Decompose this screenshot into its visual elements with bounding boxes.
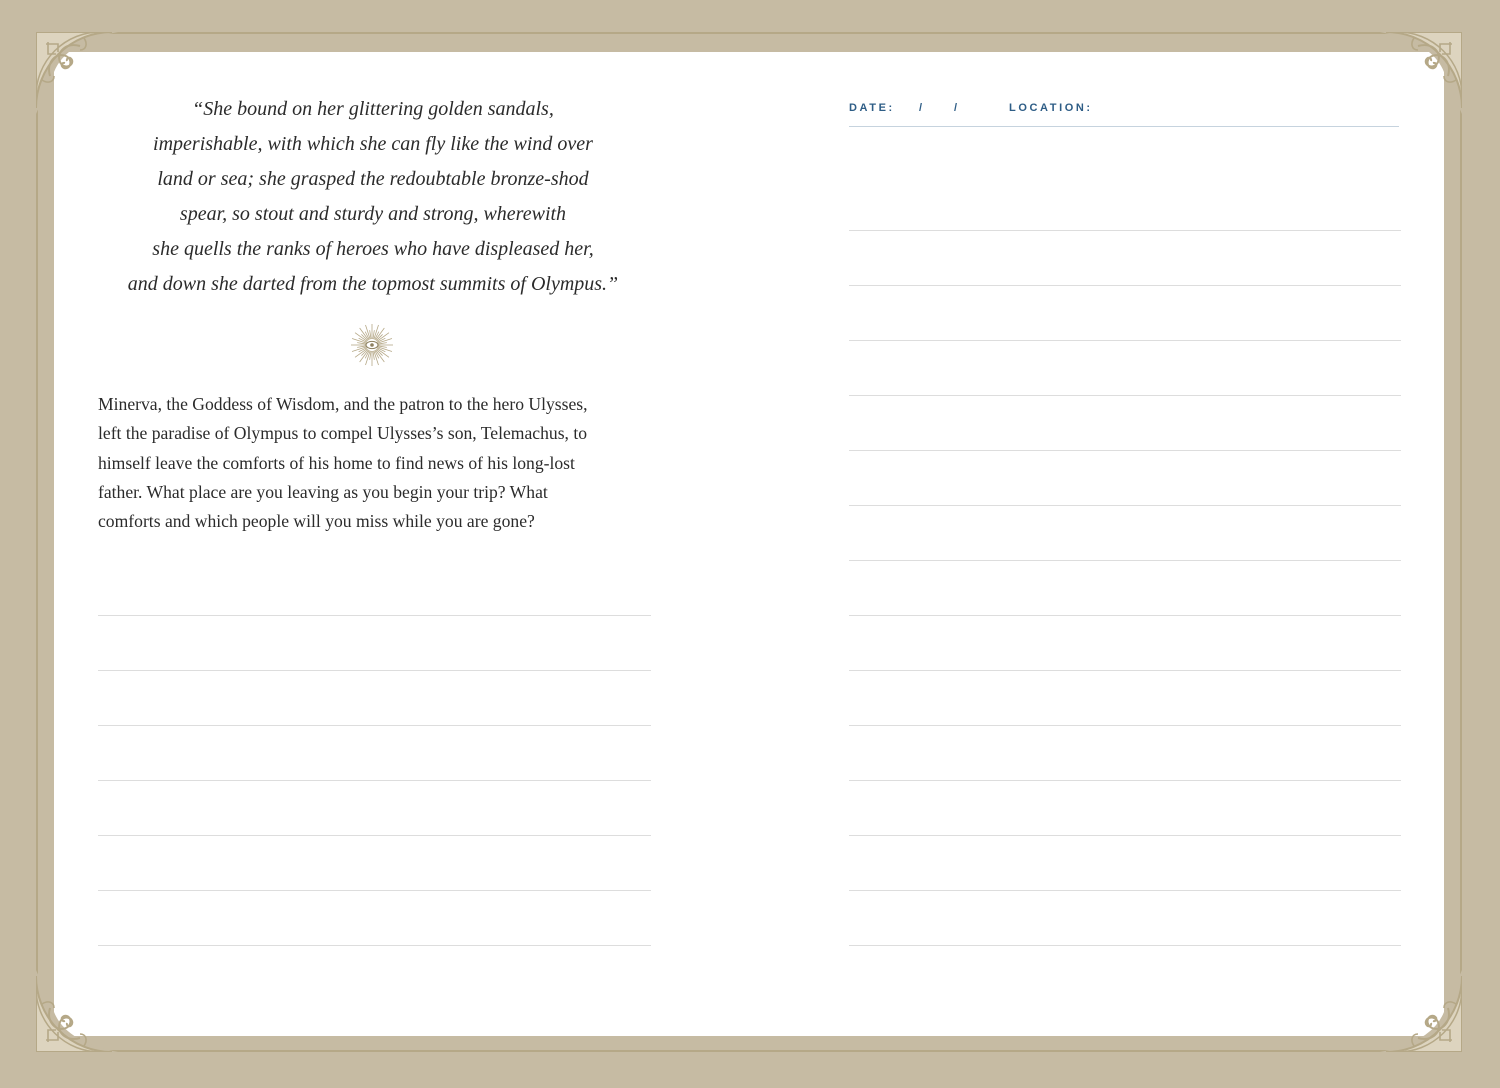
prompt-line: himself leave the comforts of his home t… (98, 452, 575, 473)
sunburst-icon (350, 323, 394, 367)
writing-line[interactable] (849, 450, 1401, 451)
corner-ornament-bottom-left (36, 970, 118, 1052)
writing-line[interactable] (849, 505, 1401, 506)
prompt-line: Minerva, the Goddess of Wisdom, and the … (98, 394, 588, 414)
location-label: LOCATION: (1009, 102, 1093, 114)
writing-line[interactable] (849, 670, 1401, 671)
writing-line[interactable] (849, 285, 1401, 286)
date-separator: / (954, 102, 960, 114)
writing-line[interactable] (849, 835, 1401, 836)
writing-line[interactable] (98, 670, 651, 671)
writing-line[interactable] (849, 395, 1401, 396)
writing-line[interactable] (98, 780, 651, 781)
writing-line[interactable] (849, 890, 1401, 891)
date-location-header: DATE: / / LOCATION: (849, 100, 1399, 127)
writing-line[interactable] (849, 340, 1401, 341)
quote-line: “She bound on her glittering golden sand… (192, 98, 554, 120)
corner-ornament-top-left (36, 32, 118, 114)
writing-line[interactable] (98, 945, 651, 946)
date-label: DATE: (849, 102, 895, 114)
quote-line: she quells the ranks of heroes who have … (152, 238, 594, 260)
corner-ornament-top-right (1380, 32, 1462, 114)
date-separator: / (919, 102, 925, 114)
epigraph-quote: “She bound on her glittering golden sand… (110, 92, 636, 302)
writing-line[interactable] (849, 780, 1401, 781)
writing-line[interactable] (98, 615, 651, 616)
journal-prompt: Minerva, the Goddess of Wisdom, and the … (98, 390, 650, 536)
quote-line: and down she darted from the topmost sum… (127, 273, 619, 295)
quote-line: imperishable, with which she can fly lik… (153, 133, 593, 155)
writing-line[interactable] (98, 725, 651, 726)
quote-line: spear, so stout and sturdy and strong, w… (179, 203, 567, 225)
writing-line[interactable] (849, 230, 1401, 231)
writing-line[interactable] (849, 725, 1401, 726)
prompt-line: left the paradise of Olympus to compel U… (98, 423, 588, 444)
prompt-line: father. What place are you leaving as yo… (98, 481, 548, 502)
quote-line: land or sea; she grasped the redoubtable… (157, 168, 589, 190)
journal-spread: “She bound on her glittering golden sand… (36, 32, 1462, 1052)
prompt-line: comforts and which people will you miss … (98, 511, 535, 532)
corner-ornament-bottom-right (1380, 970, 1462, 1052)
writing-line[interactable] (98, 890, 651, 891)
writing-line[interactable] (849, 560, 1401, 561)
writing-line[interactable] (849, 615, 1401, 616)
writing-line[interactable] (849, 945, 1401, 946)
writing-line[interactable] (98, 835, 651, 836)
